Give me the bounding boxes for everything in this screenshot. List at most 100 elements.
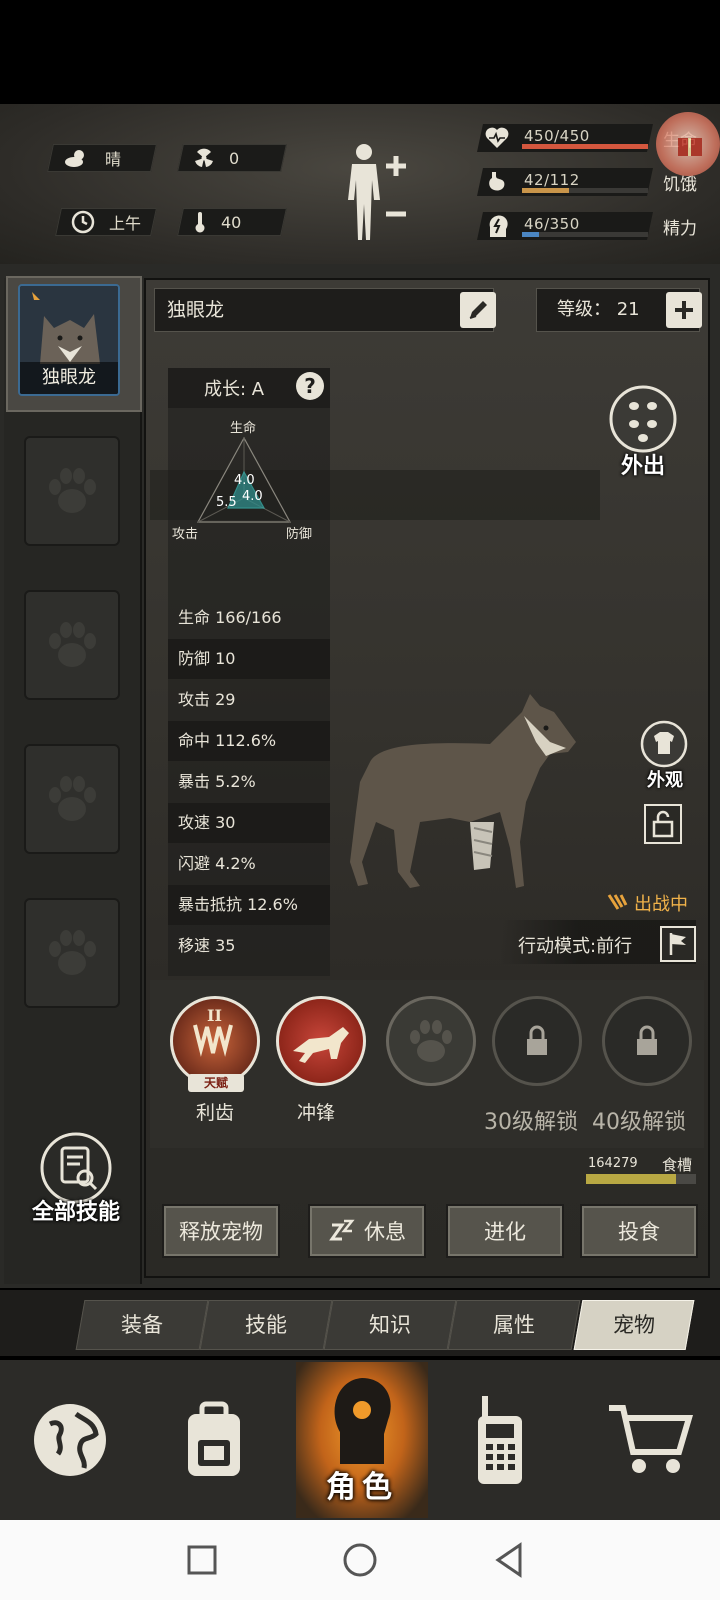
pet-stat-row: 攻击 29: [178, 690, 236, 709]
skill-label: 冲锋: [296, 1102, 335, 1124]
backpack-icon: [188, 1401, 240, 1476]
tab-knowledge[interactable]: 知识: [323, 1300, 457, 1350]
circle-icon: [343, 1543, 377, 1577]
cart-icon: [609, 1405, 694, 1473]
claw-icon: [607, 894, 628, 910]
pet-slot-empty-3[interactable]: [24, 744, 120, 854]
tab-label: 知识: [369, 1313, 411, 1337]
heart-pulse-icon: [485, 127, 509, 148]
tab-attributes[interactable]: 属性: [447, 1300, 581, 1350]
radiation-chip: 0: [177, 144, 287, 172]
radar-chart: 生命 攻击 防御 4.0 5.5 4.0: [172, 420, 312, 542]
time-of-day-text: 上午: [109, 214, 142, 233]
sleep-icon: [329, 1219, 355, 1241]
time-chip: 上午: [55, 208, 157, 236]
lock-toggle-button[interactable]: [644, 804, 682, 844]
paw-icon: [49, 930, 96, 975]
back-button[interactable]: [492, 1542, 526, 1582]
pet-card[interactable]: 独眼龙: [18, 284, 120, 396]
food-bar-fill: [586, 1174, 677, 1184]
help-icon[interactable]: ?: [296, 372, 324, 400]
recent-apps-button[interactable]: [186, 1544, 218, 1580]
energy-head-icon: [489, 215, 508, 237]
charging-beast-icon: [293, 1027, 349, 1063]
radiation-icon: [195, 148, 213, 167]
body-silhouette-icon: [348, 144, 406, 240]
appearance-button[interactable]: 外观: [638, 720, 692, 791]
tab-label: 技能: [245, 1313, 287, 1337]
food-label: 食槽: [662, 1156, 693, 1174]
plus-icon: [675, 301, 693, 319]
energy-value: 46/350: [524, 215, 580, 233]
energy-label: 精力: [663, 219, 697, 239]
pet-slot-empty-2[interactable]: [24, 590, 120, 700]
go-out-button[interactable]: 外出: [608, 384, 678, 479]
paws-circle-icon: [609, 385, 677, 453]
skill-slot-locked-30[interactable]: [492, 996, 582, 1086]
thermometer-icon: [195, 212, 205, 233]
wolf-illustration: [350, 694, 576, 888]
evolve-label: 进化: [484, 1220, 526, 1244]
all-skills-button[interactable]: 全部技能: [26, 1132, 126, 1228]
unlock-icon: [652, 810, 674, 838]
tab-pets[interactable]: 宠物: [573, 1300, 695, 1350]
back-triangle-icon: [495, 1542, 522, 1578]
pet-slot-empty-4[interactable]: [24, 898, 120, 1008]
rest-label: 休息: [364, 1220, 406, 1244]
globe-icon: [34, 1404, 106, 1476]
status-bar-area: [0, 0, 720, 104]
home-button[interactable]: [342, 1542, 378, 1582]
skill-slot-locked-40[interactable]: [602, 996, 692, 1086]
hunger-bar-fill: [522, 188, 570, 193]
skill-slot-empty[interactable]: [386, 996, 476, 1086]
paw-icon: [49, 776, 96, 821]
feed-button[interactable]: 投食: [580, 1204, 698, 1258]
weather-chip: 晴: [47, 144, 157, 172]
temperature-value: 40: [221, 212, 242, 232]
skill-tier: II: [207, 1006, 222, 1025]
paw-icon: [49, 622, 96, 667]
character-head-icon: [334, 1378, 391, 1464]
event-badge[interactable]: [656, 112, 720, 176]
rename-button[interactable]: [460, 292, 496, 328]
food-amount: 164279: [588, 1156, 638, 1171]
stat-energy: 46/350 精力: [477, 212, 720, 242]
talent-badge: 天赋: [188, 1074, 244, 1092]
lock-icon: [637, 1025, 657, 1055]
radar-chart-panel: 生命 攻击 防御 4.0 5.5 4.0: [168, 408, 330, 596]
rest-button[interactable]: 休息: [308, 1204, 426, 1258]
battle-status: 出战中: [606, 890, 688, 916]
nav-shop[interactable]: [580, 1364, 720, 1516]
evolve-button[interactable]: 进化: [446, 1204, 564, 1258]
nav-backpack[interactable]: [144, 1364, 284, 1516]
pet-stat-row: 生命 166/166: [178, 608, 282, 627]
skill-sharp-teeth[interactable]: II: [170, 996, 260, 1086]
skill-charge[interactable]: [276, 996, 366, 1086]
fangs-icon: II: [193, 1006, 233, 1057]
hunger-value: 42/112: [524, 171, 580, 189]
tab-equipment[interactable]: 装备: [75, 1300, 209, 1350]
pet-name-field[interactable]: 独眼龙: [154, 288, 494, 332]
pet-stat-row: 闪避 4.2%: [178, 854, 256, 873]
battle-status-text: 出战中: [634, 894, 688, 915]
shirt-circle-icon: [640, 720, 688, 768]
pet-card-name: 独眼龙: [20, 362, 118, 394]
food-bar: [586, 1174, 696, 1184]
all-skills-label: 全部技能: [31, 1200, 120, 1225]
character-body-button[interactable]: [340, 140, 420, 244]
tab-label: 装备: [121, 1313, 163, 1337]
nav-radio[interactable]: [430, 1364, 570, 1516]
radar-right-label: 防御: [286, 526, 312, 542]
release-pet-button[interactable]: 释放宠物: [162, 1204, 280, 1258]
pet-stat-row: 防御 10: [168, 639, 330, 679]
tab-skills[interactable]: 技能: [199, 1300, 333, 1350]
pet-slot-empty-1[interactable]: [24, 436, 120, 546]
radiation-value: 0: [229, 148, 240, 168]
radar-right-value: 4.0: [242, 489, 263, 504]
action-mode-button[interactable]: [660, 926, 696, 962]
nav-world-map[interactable]: [0, 1364, 140, 1516]
level-up-button[interactable]: [666, 292, 702, 328]
radar-top-value: 4.0: [234, 473, 255, 488]
temperature-chip: 40: [177, 208, 287, 236]
energy-bar-fill: [522, 232, 539, 237]
